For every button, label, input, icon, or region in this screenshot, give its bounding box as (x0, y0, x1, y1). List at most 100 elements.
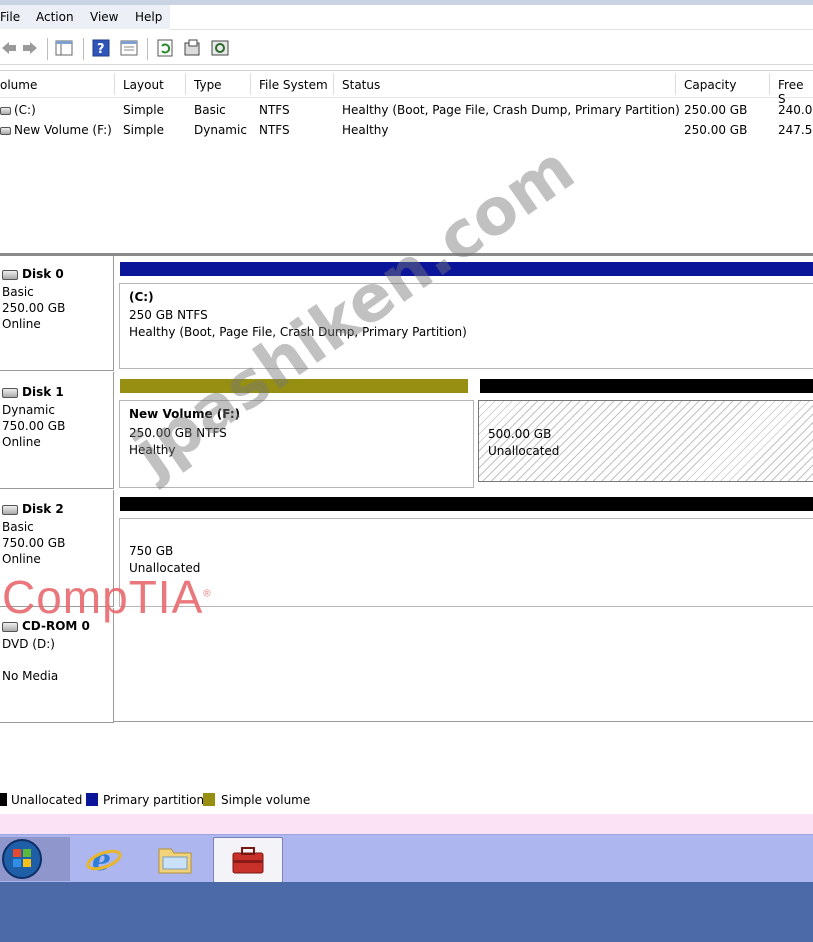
layout-cell: Simple (123, 123, 164, 137)
unallocated-region-disk-1[interactable]: 500.00 GB Unallocated (478, 400, 813, 482)
partition-c[interactable]: (C:) 250 GB NTFS Healthy (Boot, Page Fil… (119, 283, 813, 369)
unallocated-region-disk-2[interactable]: 750 GB Unallocated (119, 518, 813, 607)
column-divider[interactable] (769, 73, 770, 95)
disk-state: Online (2, 317, 41, 331)
column-layout[interactable]: Layout (123, 78, 164, 92)
properties-icon[interactable] (183, 39, 201, 57)
svg-text:e: e (92, 843, 111, 878)
menu-view[interactable]: View (90, 10, 118, 24)
column-capacity[interactable]: Capacity (684, 78, 736, 92)
server-manager-button[interactable] (213, 837, 283, 883)
legend-label: Simple volume (221, 793, 311, 807)
volume-list-header: olume Layout Type File System Status Cap… (0, 71, 813, 106)
disk-name: Disk 0 (22, 267, 64, 281)
disk-kind: Basic (2, 520, 34, 534)
menu-bar: File Action View Help (0, 5, 170, 29)
toolbar-separator (83, 38, 84, 60)
windows-explorer-button[interactable] (150, 837, 200, 881)
volume-name: New Volume (F:) (14, 123, 112, 137)
capacity-cell: 250.00 GB (684, 103, 748, 117)
partition-size: 500.00 GB (488, 427, 552, 441)
registered-mark: ® (203, 588, 212, 600)
column-divider[interactable] (675, 73, 676, 95)
disk-name: Disk 1 (22, 385, 64, 399)
column-type[interactable]: Type (194, 78, 222, 92)
legend-swatch-unallocated (0, 793, 7, 806)
volume-cell: (C:) (0, 103, 36, 117)
volume-icon (0, 106, 11, 115)
disk-state: No Media (2, 669, 59, 683)
legend-label: Unallocated (11, 793, 83, 807)
status-cell: Healthy (342, 123, 389, 137)
legend-swatch-simple-volume (203, 793, 215, 806)
column-divider[interactable] (114, 73, 115, 95)
partition-size: 750 GB (129, 544, 174, 558)
disk-row-divider (114, 721, 813, 722)
column-status[interactable]: Status (342, 78, 380, 92)
start-button[interactable] (0, 837, 70, 881)
free-space-cell: 247.50 (778, 123, 813, 137)
legend-swatch-primary-partition (86, 793, 98, 806)
disk-size: 750.00 GB (2, 536, 66, 550)
disk-size: 250.00 GB (2, 301, 66, 315)
column-divider[interactable] (185, 73, 186, 95)
disk-row-cd-rom-0: CD-ROM 0 DVD (D:) No Media (0, 608, 813, 723)
column-divider[interactable] (333, 73, 334, 95)
comptia-watermark-text: CompTIA (2, 571, 204, 623)
column-divider[interactable] (250, 73, 251, 95)
forward-arrow-icon[interactable] (21, 39, 39, 57)
legend-label: Primary partition (103, 793, 205, 807)
disk-label-disk-0[interactable]: Disk 0 Basic 250.00 GB Online (0, 256, 114, 371)
menu-action[interactable]: Action (36, 10, 74, 24)
volume-list: olume Layout Type File System Status Cap… (0, 70, 813, 255)
partition-title: (C:) (129, 290, 154, 304)
menu-bar-filler (170, 5, 813, 30)
desktop-background (0, 882, 813, 942)
disk-kind: Basic (2, 285, 34, 299)
help-icon[interactable]: ? (92, 39, 110, 57)
volume-cell: New Volume (F:) (0, 123, 112, 137)
refresh-icon[interactable] (156, 39, 174, 57)
file-system-cell: NTFS (259, 123, 290, 137)
disk-drive-icon (2, 387, 18, 398)
toolbar: ? (0, 34, 813, 65)
windows-explorer-icon (158, 848, 192, 874)
menu-help[interactable]: Help (135, 10, 162, 24)
disk-size: 750.00 GB (2, 419, 66, 433)
column-free-space[interactable]: Free S (778, 78, 813, 106)
start-orb-icon (2, 839, 42, 879)
disk-state: Online (2, 552, 41, 566)
menu-file[interactable]: File (0, 10, 20, 24)
svg-text:?: ? (97, 42, 105, 57)
free-space-cell: 240.00 (778, 103, 813, 117)
disk-label-cd-rom-0[interactable]: CD-ROM 0 DVD (D:) No Media (0, 608, 114, 723)
disk-kind: Dynamic (2, 403, 55, 417)
type-cell: Dynamic (194, 123, 247, 137)
comptia-watermark: CompTIA® (2, 570, 212, 624)
disk-title: Disk 2 (2, 502, 64, 516)
partition-status: Unallocated (488, 444, 560, 458)
console-tree-icon[interactable] (55, 39, 73, 57)
volume-name: (C:) (14, 103, 36, 117)
column-volume[interactable]: olume (0, 78, 37, 92)
rescan-disks-icon[interactable] (211, 39, 229, 57)
internet-explorer-icon: e (86, 843, 122, 878)
disk-state: Online (2, 435, 41, 449)
disk-label-disk-1[interactable]: Disk 1 Dynamic 750.00 GB Online (0, 372, 114, 489)
server-manager-icon (232, 847, 264, 874)
back-arrow-icon[interactable] (0, 39, 18, 57)
disk-name: Disk 2 (22, 502, 64, 516)
properties-pane-icon[interactable] (120, 39, 138, 57)
internet-explorer-button[interactable]: e (80, 837, 126, 881)
disk-title: Disk 1 (2, 385, 64, 399)
disk-title: Disk 0 (2, 267, 64, 281)
disk-drive-icon (2, 269, 18, 280)
unallocated-bar (480, 379, 813, 393)
status-cell: Healthy (Boot, Page File, Crash Dump, Pr… (342, 103, 680, 117)
column-file-system[interactable]: File System (259, 78, 328, 92)
toolbar-separator (47, 38, 48, 60)
partition-size: 250 GB NTFS (129, 308, 208, 322)
taskbar: e (0, 834, 813, 883)
toolbar-separator (147, 38, 148, 60)
volume-icon (0, 126, 11, 135)
